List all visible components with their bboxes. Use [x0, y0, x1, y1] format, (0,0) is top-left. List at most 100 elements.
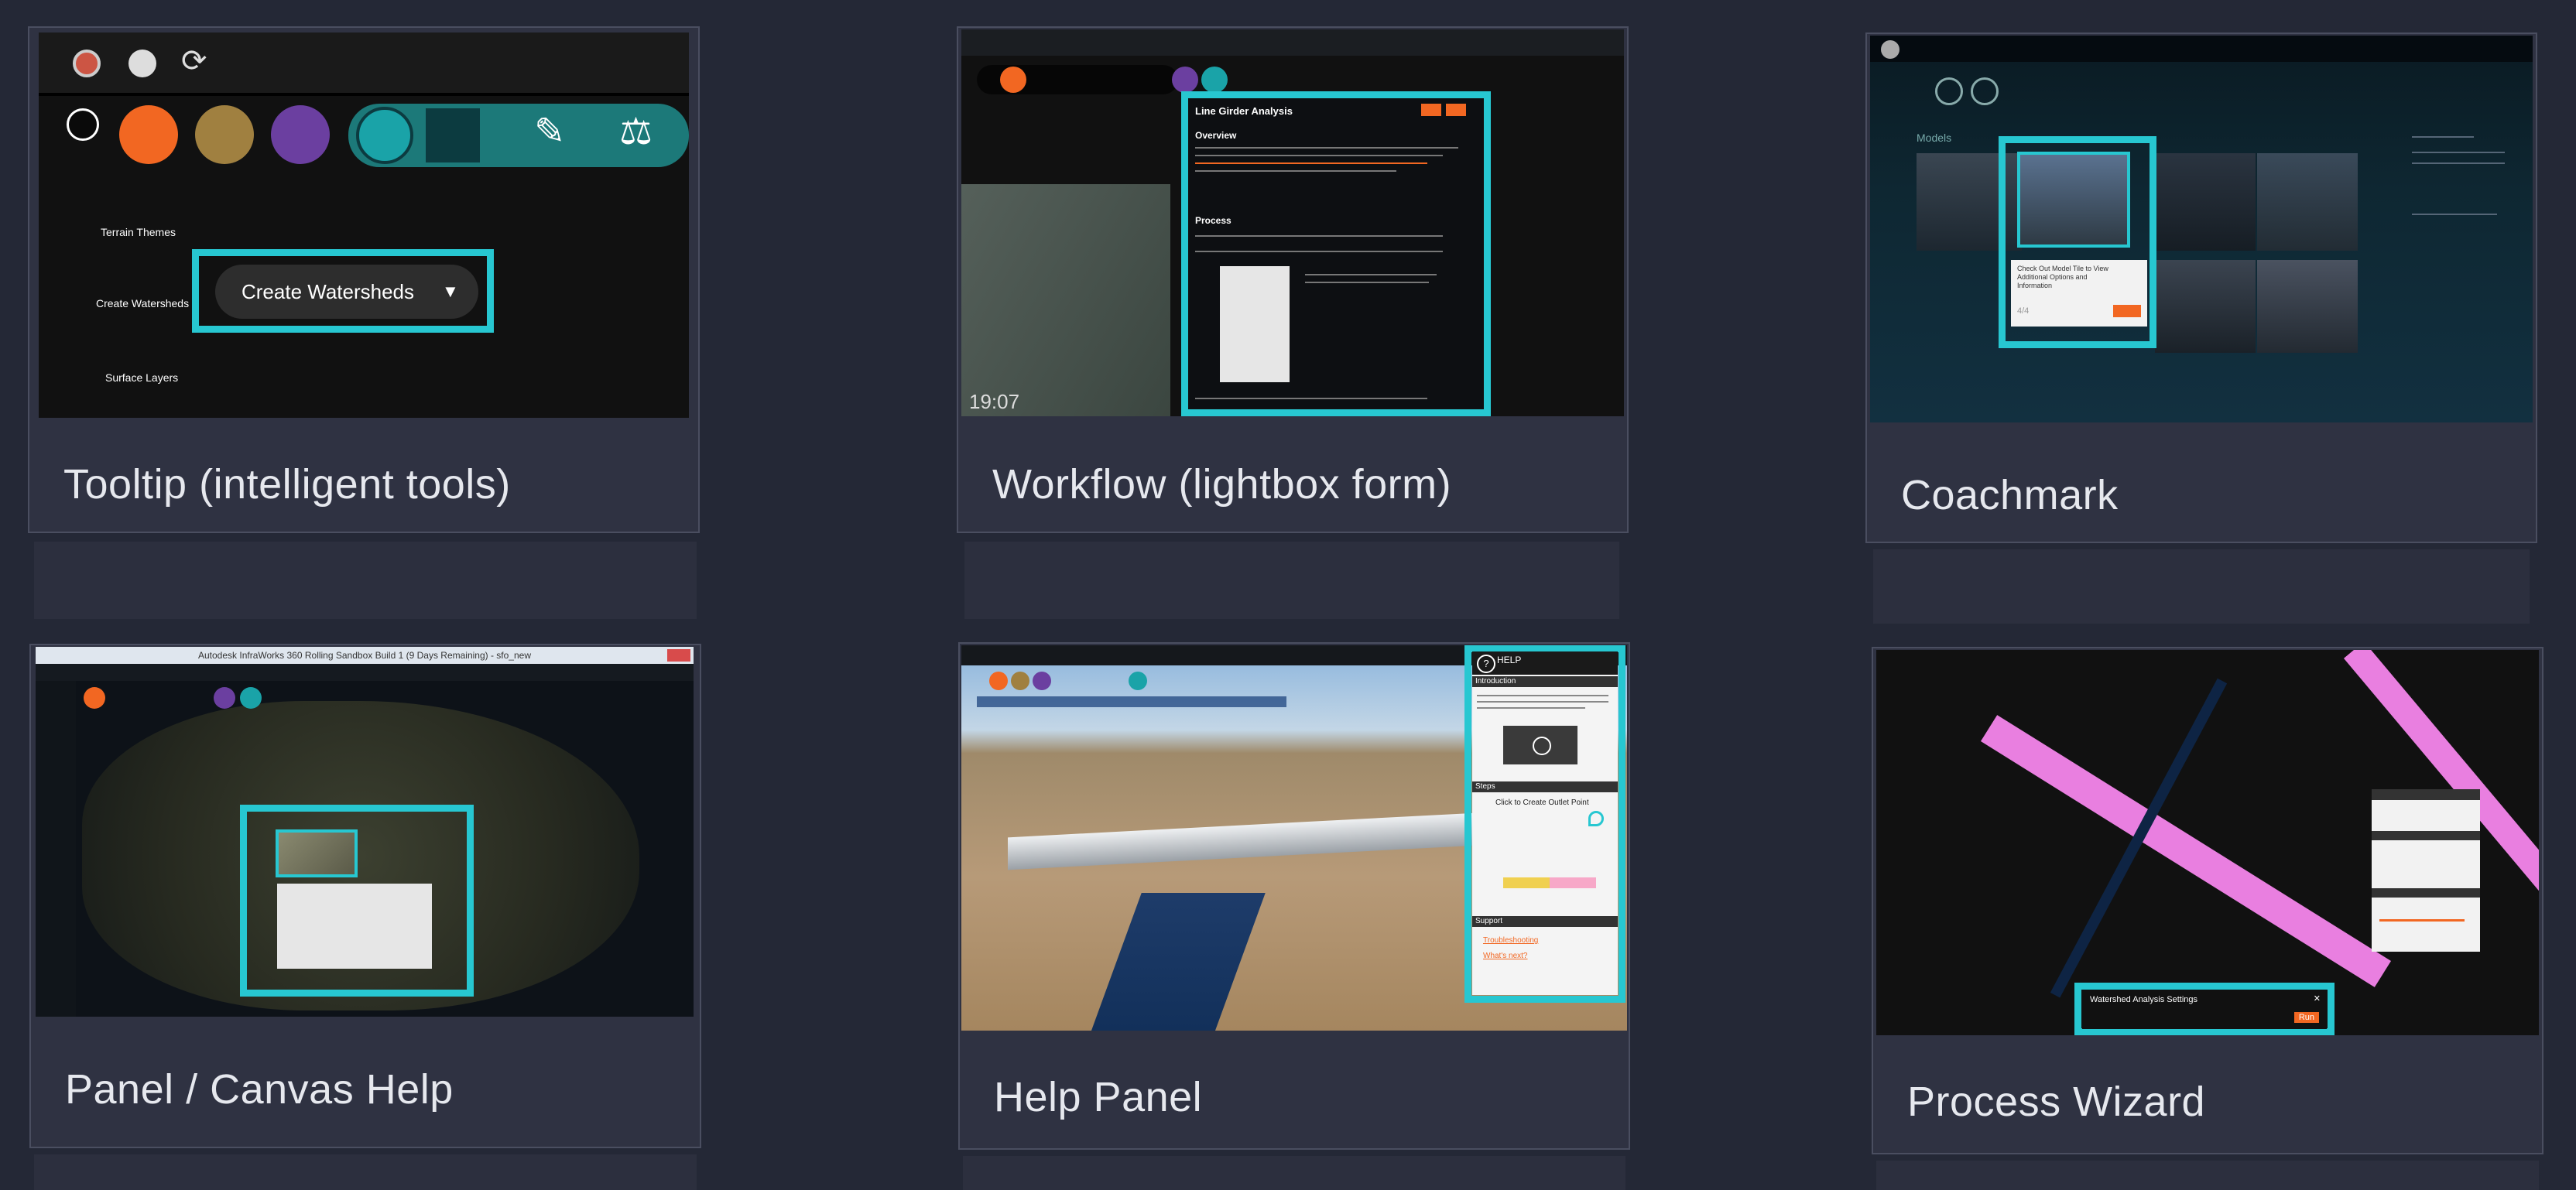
card-shadow — [1873, 549, 2530, 624]
help-panel[interactable]: ? HELP Introduction Steps Click to Creat… — [1472, 651, 1618, 995]
bridge-tool-icon[interactable] — [84, 687, 105, 709]
user-icon[interactable] — [73, 50, 101, 77]
side-panel — [36, 681, 76, 1017]
top-toolbar — [1870, 36, 2533, 62]
window-title: Autodesk InfraWorks 360 Rolling Sandbox … — [198, 650, 531, 661]
coachmark-text: Check Out Model Tile to View Additional … — [2017, 265, 2108, 289]
pen-icon[interactable]: ✎ — [534, 110, 565, 153]
card-caption: Coachmark — [1901, 472, 2119, 518]
watershed-tool-icon[interactable] — [1201, 67, 1228, 93]
card-caption: Panel / Canvas Help — [65, 1066, 454, 1113]
model-tile[interactable] — [2155, 153, 2256, 251]
watershed-tool-icon[interactable] — [356, 107, 413, 164]
tooltip-create-watersheds[interactable]: Create Watersheds ▼ — [215, 265, 478, 319]
lightbox-panel[interactable]: Line Girder Analysis Overview Process — [1189, 99, 1483, 409]
wizard-run-button[interactable]: Run — [2293, 1012, 2319, 1023]
card-caption: Workflow (lightbox form) — [992, 461, 1452, 508]
side-label-watersheds[interactable]: Create Watersheds — [96, 297, 189, 309]
intro-heading: Introduction — [1475, 677, 1516, 686]
layers-icon[interactable] — [426, 108, 480, 162]
watershed-tool-icon[interactable] — [1129, 672, 1147, 690]
card-workflow[interactable]: Line Girder Analysis Overview Process 19… — [957, 26, 1629, 533]
panel-title: Line Girder Analysis — [1195, 105, 1293, 117]
toolbar — [36, 664, 694, 681]
thumbnail-workflow: Line Girder Analysis Overview Process 19… — [961, 29, 1624, 416]
drainage-tool-icon[interactable] — [1011, 672, 1029, 690]
drainage-tool-icon[interactable] — [195, 105, 254, 164]
model-tile[interactable] — [2155, 260, 2256, 353]
chevron-down-icon: ▼ — [442, 282, 459, 301]
card-help-panel[interactable]: ? HELP Introduction Steps Click to Creat… — [958, 642, 1630, 1150]
home-icon[interactable] — [67, 108, 99, 141]
coachmark-popup[interactable]: Check Out Model Tile to View Additional … — [2011, 260, 2147, 327]
scale-icon[interactable]: ⚖ — [619, 110, 653, 153]
structure-tool-icon[interactable] — [1172, 67, 1198, 93]
close-icon[interactable]: ✕ — [2314, 993, 2321, 1004]
watershed-path — [2050, 678, 2228, 998]
support-heading: Support — [1475, 917, 1503, 925]
next-button[interactable] — [1446, 104, 1466, 116]
help-icon: ? — [1477, 655, 1495, 673]
help-panel-preview — [277, 884, 432, 969]
thumbnail-coachmark: Models Check Out Model Tile to View Addi… — [1870, 36, 2533, 422]
section-label: Models — [1917, 132, 1952, 144]
process-heading: Process — [1195, 215, 1231, 226]
structure-tool-icon[interactable] — [214, 687, 235, 709]
user-icon[interactable] — [1881, 40, 1899, 59]
city-block — [961, 184, 1170, 416]
coachmark-step: 4/4 — [2017, 306, 2030, 316]
thumbnail-panel-help: Autodesk InfraWorks 360 Rolling Sandbox … — [36, 647, 694, 1017]
top-toolbar — [961, 29, 1624, 56]
settings-panel[interactable] — [2372, 789, 2480, 952]
info-banner — [977, 696, 1286, 707]
card-process-wizard[interactable]: Watershed Analysis Settings ✕ Run Proces… — [1872, 647, 2543, 1154]
steps-heading: Steps — [1475, 782, 1495, 791]
card-shadow — [1876, 1161, 2539, 1190]
side-label-terrain[interactable]: Terrain Themes — [101, 226, 176, 238]
prev-button[interactable] — [1421, 104, 1441, 116]
bridge-tool-icon[interactable] — [119, 105, 178, 164]
troubleshooting-link[interactable]: Troubleshooting — [1483, 936, 1538, 945]
chat-icon[interactable] — [128, 50, 156, 77]
card-shadow — [34, 1154, 697, 1190]
step-text: Click to Create Outlet Point — [1495, 798, 1589, 807]
structure-tool-icon[interactable] — [271, 105, 330, 164]
time-readout: 19:07 — [969, 390, 1020, 413]
play-icon[interactable] — [1533, 737, 1551, 755]
card-shadow — [34, 542, 697, 619]
side-list — [2412, 136, 2520, 229]
whats-next-link[interactable]: What's next? — [1483, 952, 1528, 960]
bridge-tool-icon[interactable] — [989, 672, 1008, 690]
model-tile[interactable] — [2257, 260, 2358, 353]
coachmark-next-button[interactable] — [2113, 305, 2141, 317]
refresh-icon[interactable]: ⟳ — [181, 43, 207, 79]
card-panel-canvas-help[interactable]: Autodesk InfraWorks 360 Rolling Sandbox … — [29, 644, 701, 1148]
thumbnail-process-wizard: Watershed Analysis Settings ✕ Run — [1876, 650, 2539, 1035]
structure-tool-icon[interactable] — [1033, 672, 1051, 690]
wizard-title: Watershed Analysis Settings — [2090, 995, 2197, 1004]
river — [1091, 893, 1266, 1031]
thumbnail-tooltip: ⟳ ✎ ⚖ Terrain Themes Create Watersheds S… — [39, 32, 689, 418]
card-caption: Tooltip (intelligent tools) — [63, 461, 511, 508]
highlighted-model-tile[interactable] — [2017, 152, 2130, 248]
tooltip-label: Create Watersheds — [242, 279, 415, 303]
thumbnail-help-panel: ? HELP Introduction Steps Click to Creat… — [961, 645, 1627, 1031]
side-label-surface[interactable]: Surface Layers — [105, 371, 178, 384]
bridge-tool-icon[interactable] — [1000, 67, 1026, 93]
wizard-bar[interactable]: Watershed Analysis Settings ✕ Run — [2082, 990, 2327, 1029]
card-caption: Help Panel — [994, 1074, 1203, 1120]
location-pin-icon — [1588, 811, 1604, 826]
home-icon[interactable] — [1935, 77, 1963, 105]
model-tile[interactable] — [2257, 153, 2358, 251]
canvas-thumbnail — [276, 829, 358, 877]
card-coachmark[interactable]: Models Check Out Model Tile to View Addi… — [1865, 32, 2537, 543]
close-icon[interactable] — [667, 649, 690, 662]
card-shadow — [964, 542, 1619, 619]
user-icon[interactable] — [1971, 77, 1999, 105]
video-thumbnail[interactable] — [1503, 726, 1577, 764]
watershed-tool-icon[interactable] — [240, 687, 262, 709]
card-tooltip[interactable]: ⟳ ✎ ⚖ Terrain Themes Create Watersheds S… — [28, 26, 700, 533]
help-title: HELP — [1497, 655, 1522, 665]
form-preview — [1220, 266, 1290, 382]
overview-heading: Overview — [1195, 130, 1237, 141]
